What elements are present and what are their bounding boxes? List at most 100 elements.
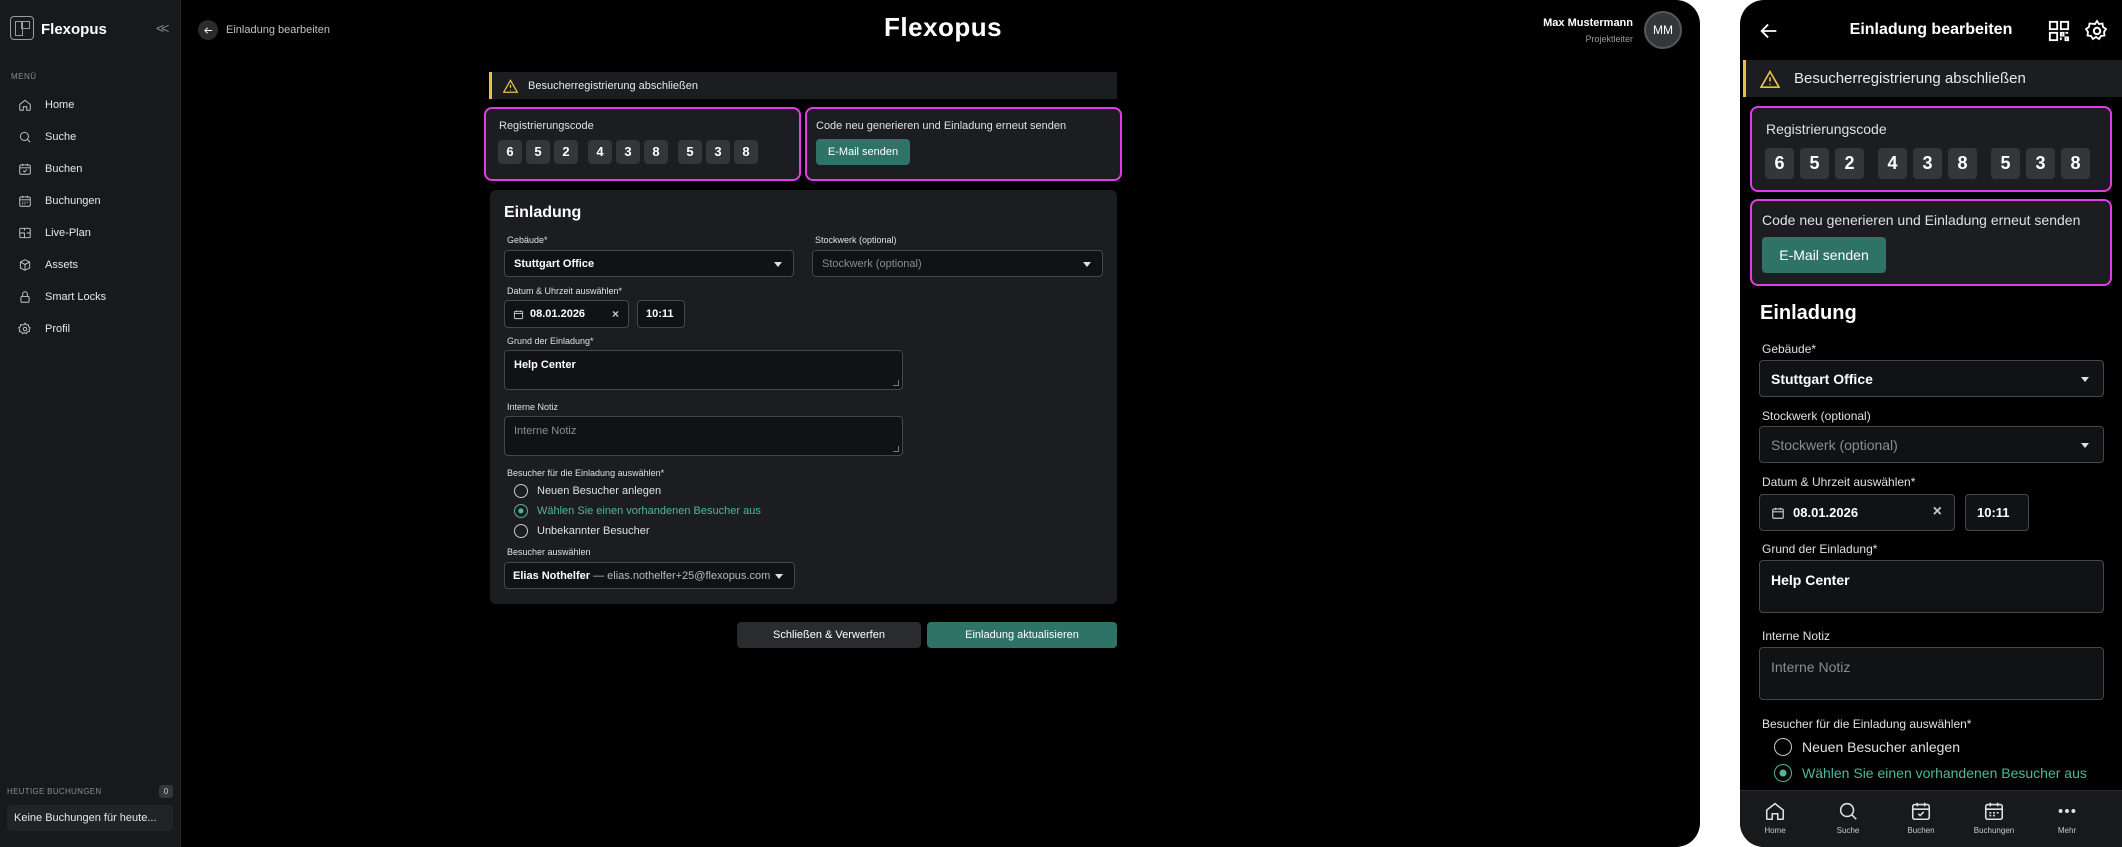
breadcrumb: Einladung bearbeiten	[226, 24, 330, 36]
radio-button[interactable]	[514, 504, 528, 518]
mobile-nav-home[interactable]: Home	[1745, 800, 1805, 835]
code-digit: 5	[1991, 148, 2020, 179]
code-digit: 2	[554, 140, 578, 164]
sidebar-item-smart-locks[interactable]: Smart Locks	[18, 289, 106, 305]
collapse-sidebar-icon[interactable]: <<	[156, 20, 169, 36]
mobile-nav-mehr[interactable]: Mehr	[2037, 800, 2097, 835]
reason-textarea[interactable]: Help Center	[504, 350, 903, 390]
radio-new-visitor[interactable]: Neuen Besucher anlegen	[1774, 737, 2114, 757]
radio-existing-visitor[interactable]: Wählen Sie einen vorhandenen Besucher au…	[1774, 763, 2114, 783]
radio-new-visitor[interactable]: Neuen Besucher anlegen	[514, 483, 914, 499]
date-input[interactable]: 08.01.2026 ×	[504, 300, 629, 328]
radio-button[interactable]	[514, 484, 528, 498]
radio-label: Wählen Sie einen vorhandenen Besucher au…	[1802, 765, 2087, 781]
radio-label: Unbekannter Besucher	[537, 525, 650, 537]
visitor-choice-label: Besucher für die Einladung auswählen*	[507, 468, 665, 478]
code-digit: 2	[1835, 148, 1864, 179]
building-label: Gebäude*	[1762, 342, 1817, 356]
qr-code-icon[interactable]	[2048, 20, 2070, 42]
mobile-resend-code-card: Code neu generieren und Einladung erneut…	[1750, 199, 2112, 286]
reason-textarea[interactable]: Help Center	[1759, 560, 2104, 613]
date-input[interactable]: 08.01.2026 ×	[1759, 494, 1955, 531]
code-digit: 3	[2026, 148, 2055, 179]
mobile-registration-code-card: Registrierungscode 6 5 2 4 3 8 5 3 8	[1750, 106, 2112, 192]
floor-label: Stockwerk (optional)	[815, 235, 897, 245]
visitor-name: Elias Nothelfer	[513, 570, 591, 582]
calendar-icon	[513, 310, 524, 320]
app-title: Flexopus	[884, 12, 1003, 42]
clear-date-icon[interactable]: ×	[1933, 503, 1942, 521]
note-textarea[interactable]: Interne Notiz	[504, 416, 903, 456]
sidebar-item-label: Buchen	[45, 163, 83, 175]
code-digit: 5	[678, 140, 702, 164]
sidebar-item-profil[interactable]: Profil	[18, 321, 70, 337]
update-invitation-button[interactable]: Einladung aktualisieren	[927, 622, 1117, 648]
form-title: Einladung	[1760, 302, 1857, 324]
sidebar: Flexopus << MENÜ Home Suche Buchen Buchu…	[0, 0, 181, 847]
avatar[interactable]: MM	[1644, 11, 1682, 49]
mobile-nav-buchungen[interactable]: Buchungen	[1964, 800, 2024, 835]
mobile-nav-label: Mehr	[2057, 826, 2077, 835]
reason-value: Help Center	[514, 359, 576, 371]
registration-alert: Besucherregistrierung abschließen	[489, 72, 1117, 99]
sidebar-item-suche[interactable]: Suche	[18, 129, 76, 145]
mobile-nav-suche[interactable]: Suche	[1818, 800, 1878, 835]
mobile-registration-alert: Besucherregistrierung abschließen	[1743, 60, 2122, 97]
resize-handle-icon[interactable]	[893, 380, 899, 386]
time-value: 10:11	[1977, 505, 2010, 520]
sidebar-item-label: Smart Locks	[45, 291, 107, 303]
note-textarea[interactable]: Interne Notiz	[1759, 647, 2104, 700]
sidebar-item-label: Assets	[45, 259, 79, 271]
visitor-select[interactable]: Elias Nothelfer — elias.nothelfer+25@fle…	[504, 562, 795, 589]
registration-code-label: Registrierungscode	[1766, 121, 1887, 137]
floor-select[interactable]: Stockwerk (optional)	[812, 250, 1103, 277]
resize-handle-icon[interactable]	[893, 446, 899, 452]
cancel-button[interactable]: Schließen & Verwerfen	[737, 622, 921, 648]
send-email-button[interactable]: E-Mail senden	[1762, 237, 1886, 273]
back-button[interactable]	[198, 20, 218, 40]
gear-icon[interactable]	[2085, 19, 2109, 43]
select-visitor-label: Besucher auswählen	[507, 547, 591, 557]
sidebar-item-assets[interactable]: Assets	[18, 257, 78, 273]
mobile-nav-buchen[interactable]: Buchen	[1891, 800, 1951, 835]
radio-label: Wählen Sie einen vorhandenen Besucher au…	[537, 505, 761, 517]
floor-label: Stockwerk (optional)	[1762, 409, 1871, 423]
sidebar-item-label: Home	[45, 99, 75, 111]
floor-select[interactable]: Stockwerk (optional)	[1759, 426, 2104, 463]
resend-code-label: Code neu generieren und Einladung erneut…	[816, 120, 1067, 132]
sidebar-item-label: Suche	[45, 131, 77, 143]
radio-existing-visitor[interactable]: Wählen Sie einen vorhandenen Besucher au…	[514, 503, 914, 519]
code-digit: 5	[526, 140, 550, 164]
radio-unknown-visitor[interactable]: Unbekannter Besucher	[514, 523, 914, 539]
sidebar-item-home[interactable]: Home	[18, 97, 74, 113]
radio-button[interactable]	[1774, 764, 1792, 782]
radio-button[interactable]	[1774, 738, 1792, 756]
chevron-down-icon	[1083, 262, 1091, 267]
code-digit: 4	[588, 140, 612, 164]
clear-date-icon[interactable]: ×	[612, 307, 619, 321]
date-value: 08.01.2026	[530, 308, 586, 320]
mobile-nav-label: Suche	[1836, 826, 1860, 835]
calendar-icon	[19, 195, 31, 207]
code-digit: 8	[2061, 148, 2090, 179]
building-select[interactable]: Stuttgart Office	[1759, 360, 2104, 397]
resend-code-card: Code neu generieren und Einladung erneut…	[805, 107, 1122, 181]
sidebar-item-buchungen[interactable]: Buchungen	[18, 193, 101, 209]
sidebar-item-buchen[interactable]: Buchen	[18, 161, 82, 177]
time-input[interactable]: 10:11	[1965, 494, 2029, 531]
radio-button[interactable]	[514, 524, 528, 538]
send-email-button[interactable]: E-Mail senden	[816, 139, 910, 165]
time-input[interactable]: 10:11	[637, 300, 685, 328]
arrow-left-icon	[203, 26, 212, 34]
user-role: Projektleiter	[1585, 34, 1633, 44]
alert-text: Besucherregistrierung abschließen	[1794, 70, 2026, 87]
desktop-view: Flexopus << MENÜ Home Suche Buchen Buchu…	[0, 0, 1700, 847]
sidebar-item-live-plan[interactable]: Live-Plan	[18, 225, 91, 241]
code-digit: 6	[498, 140, 522, 164]
building-select[interactable]: Stuttgart Office	[504, 250, 794, 277]
sidebar-item-label: Profil	[45, 323, 71, 335]
calendar-check-icon	[19, 163, 31, 175]
calendar-check-icon	[1911, 802, 1931, 821]
calendar-icon	[1772, 507, 1784, 519]
sidebar-item-label: Live-Plan	[45, 227, 91, 239]
